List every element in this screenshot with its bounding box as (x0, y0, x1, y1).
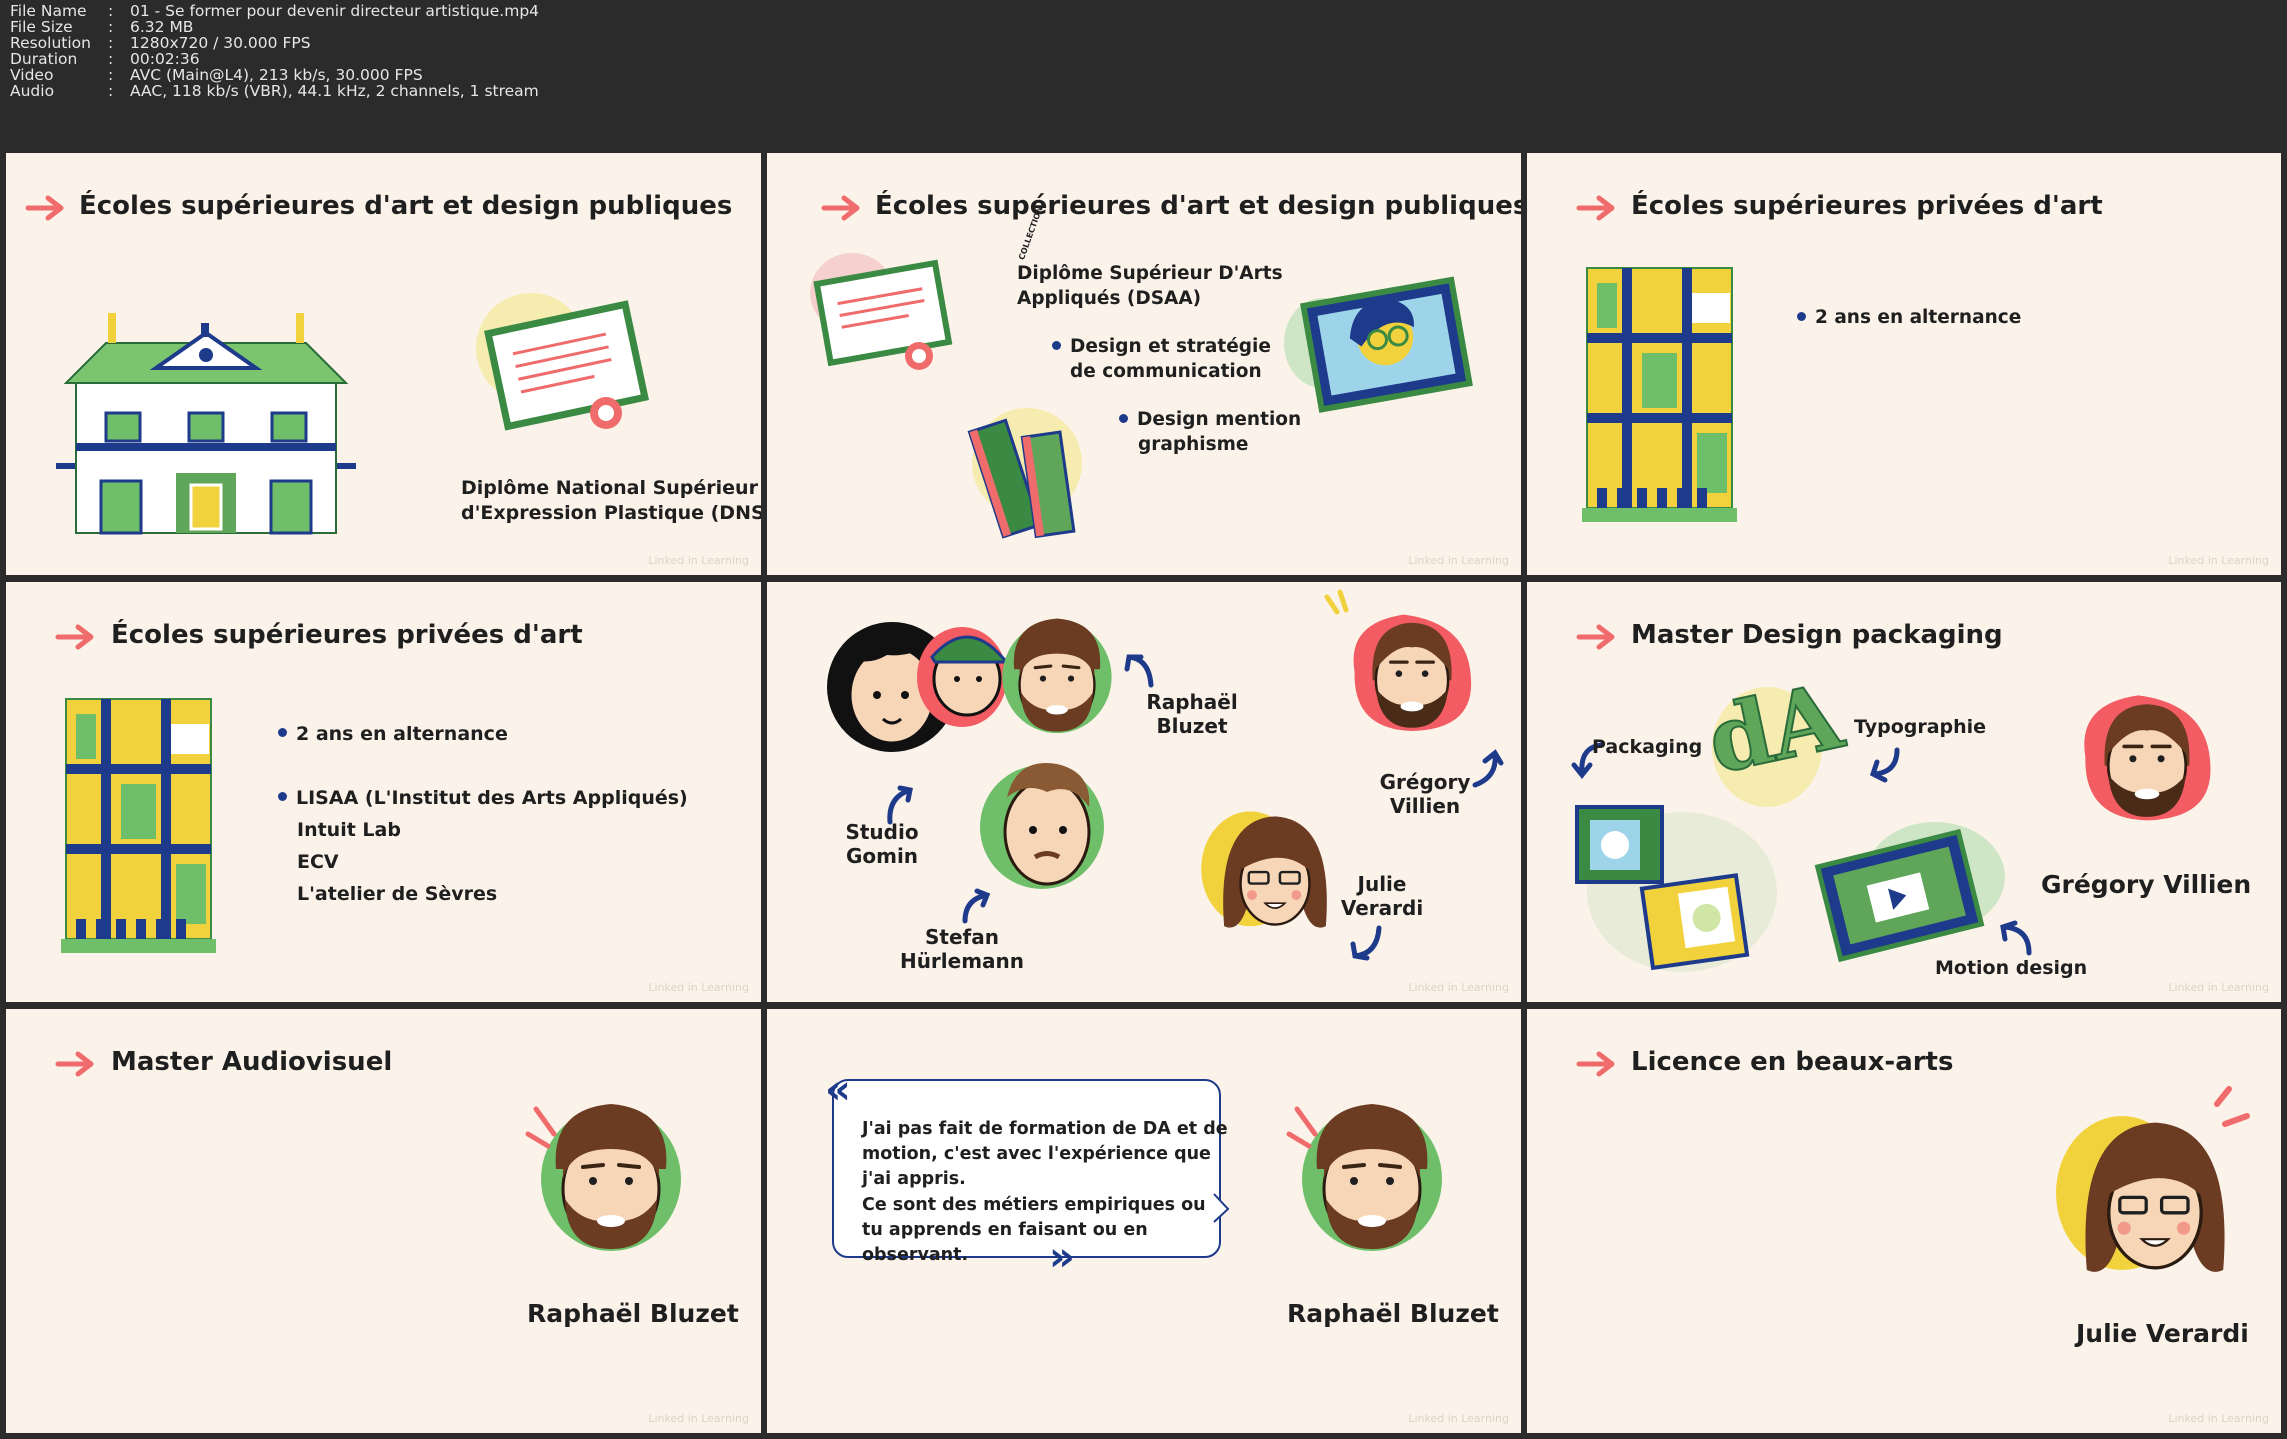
gregory-villien-avatar (2082, 693, 2213, 823)
bullet-item-cont: de communication (1070, 361, 1262, 382)
panel-title: Écoles supérieures d'art et design publi… (79, 191, 733, 221)
panel-title: Master Design packaging (1631, 620, 2003, 650)
quote-line: j'ai appris. (862, 1169, 966, 1189)
arrow-right-icon (822, 195, 862, 221)
raphael-bluzet-avatar (1286, 1102, 1444, 1253)
arrow-right-icon (26, 195, 66, 221)
quote-line: J'ai pas fait de formation de DA et de (862, 1119, 1228, 1139)
slide-panel-4: Écoles supérieures privées d'art 2 ans e… (6, 582, 761, 1002)
private-school-building-illustration (61, 698, 216, 953)
quote-line: Ce sont des métiers empiriques ou (862, 1195, 1206, 1215)
linkedin-learning-watermark: Linked in Learning (648, 1412, 749, 1425)
studio-gomin-avatars (827, 622, 1011, 752)
diploma-certificate-illustration (810, 253, 953, 370)
person-name: Stefan Hürlemann (899, 925, 1025, 973)
private-school-building-illustration (1582, 267, 1737, 522)
portrait-frame-illustration (1284, 276, 1473, 413)
linkedin-learning-watermark: Linked in Learning (648, 981, 749, 994)
arrow-right-icon (1577, 1051, 1617, 1077)
slide-panel-8: « » J'ai pas fait de formation de DA et … (767, 1009, 1521, 1433)
curved-arrow-icon (1869, 747, 1900, 783)
linkedin-learning-watermark: Linked in Learning (2168, 981, 2269, 994)
slide-panel-9: Licence en beaux-arts Julie Verardi Link… (1527, 1009, 2281, 1433)
bullet-item: Design et stratégie (1052, 336, 1271, 357)
school-name: ECV (297, 851, 339, 873)
slide-panel-2: Écoles supérieures d'art et design publi… (767, 153, 1521, 575)
open-quote-icon: « (825, 1067, 851, 1113)
panel-title: Écoles supérieures privées d'art (111, 620, 583, 650)
slide-panel-1: Écoles supérieures d'art et design publi… (6, 153, 761, 575)
diploma-name: Appliqués (DSAA) (1017, 288, 1202, 309)
speech-bubble-tail (1213, 1193, 1230, 1223)
slide-panel-6: Master Design packaging Packaging dA Typ… (1527, 582, 2281, 1002)
person-name: Raphaël Bluzet (1146, 690, 1238, 738)
diploma-certificate-illustration (476, 293, 650, 431)
person-name: Grégory Villien (2041, 870, 2252, 899)
person-name: Raphaël Bluzet (527, 1299, 739, 1328)
topic-label: Typographie (1854, 716, 1987, 738)
quote-line: tu apprends en faisant ou en (862, 1220, 1148, 1240)
bullet-item: Design mention (1119, 409, 1301, 430)
bullet-item: 2 ans en alternance (1797, 307, 2021, 328)
arrow-right-icon (1577, 195, 1617, 221)
linkedin-learning-watermark: Linked in Learning (1408, 554, 1509, 567)
close-quote-icon: » (1049, 1234, 1075, 1280)
julie-verardi-avatar (2054, 1086, 2250, 1274)
meta-row: Audio: AAC, 118 kb/s (VBR), 44.1 kHz, 2 c… (10, 82, 539, 100)
motion-design-screen-illustration (1814, 822, 2005, 963)
school-name: Intuit Lab (297, 819, 401, 841)
panel-title: Master Audiovisuel (111, 1047, 393, 1077)
school-name: L'atelier de Sèvres (297, 883, 498, 905)
panel-title: Écoles supérieures privées d'art (1631, 191, 2103, 221)
diploma-name: d'Expression Plastique (DNSEP) (461, 502, 761, 524)
curved-arrow-icon (962, 888, 991, 924)
packaging-boxes-illustration (1575, 805, 1777, 972)
raphael-bluzet-avatar (1000, 616, 1114, 735)
stefan-hurlemann-avatar (980, 762, 1104, 889)
file-info-header: File Name:01 - Se former pour devenir di… (0, 0, 2287, 150)
diploma-name: Diplôme Supérieur D'Arts (1017, 263, 1283, 284)
curved-arrow-icon (1350, 925, 1382, 961)
arrow-right-icon (1577, 624, 1617, 650)
quote-line: motion, c'est avec l'expérience que (862, 1144, 1211, 1164)
person-name: Studio Gomin (845, 820, 919, 868)
person-name: Grégory Villien (1379, 770, 1471, 818)
curved-arrow-icon (2000, 920, 2032, 956)
typography-letters-illustration: dA (1698, 662, 1853, 807)
panel-title: Écoles supérieures d'art et design publi… (875, 191, 1521, 221)
curved-arrow-icon (1124, 654, 1154, 688)
arrow-right-icon (56, 1051, 96, 1077)
slide-panel-7: Master Audiovisuel Raphaël Bluzet Linked… (6, 1009, 761, 1433)
linkedin-learning-watermark: Linked in Learning (1408, 981, 1509, 994)
bullet-item: 2 ans en alternance (278, 723, 508, 745)
raphael-bluzet-avatar (525, 1102, 683, 1253)
person-name: Julie Verardi (2076, 1319, 2249, 1348)
books-illustration (967, 408, 1082, 539)
linkedin-learning-watermark: Linked in Learning (2168, 554, 2269, 567)
svg-text:dA: dA (1699, 663, 1852, 795)
linkedin-learning-watermark: Linked in Learning (2168, 1412, 2269, 1425)
topic-label: Packaging (1592, 736, 1703, 758)
bullet-item: LISAA (L'Institut des Arts Appliqués) (278, 787, 688, 809)
school-building-illustration (56, 313, 356, 535)
person-name: Raphaël Bluzet (1287, 1299, 1499, 1328)
slide-panel-3: Écoles supérieures privées d'art 2 ans e… (1527, 153, 2281, 575)
panel-title: Licence en beaux-arts (1631, 1047, 1954, 1077)
diploma-name: Diplôme National Supérieur (461, 477, 758, 499)
gregory-villien-avatar (1324, 589, 1473, 733)
person-name: Julie Verardi (1340, 872, 1424, 920)
arrow-right-icon (56, 624, 96, 650)
topic-label: Motion design (1935, 957, 2088, 979)
bullet-item-cont: graphisme (1138, 434, 1249, 455)
slide-panel-5: Studio Gomin Raphaël Bluzet Grégory Villien… (767, 582, 1521, 1002)
linkedin-learning-watermark: Linked in Learning (648, 554, 749, 567)
quote-line: observant. (862, 1245, 969, 1265)
linkedin-learning-watermark: Linked in Learning (1408, 1412, 1509, 1425)
